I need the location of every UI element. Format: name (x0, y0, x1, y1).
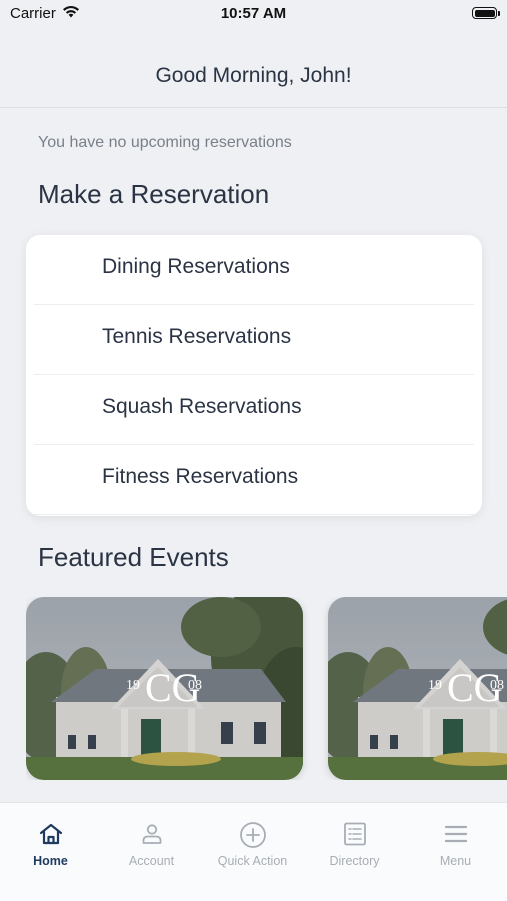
tab-label: Home (33, 854, 68, 868)
reservation-item-fitness[interactable]: Fitness Reservations (34, 445, 474, 515)
greeting-title: Good Morning, John! (155, 64, 352, 87)
tab-label: Directory (329, 854, 380, 868)
plus-circle-icon (202, 821, 303, 849)
tab-quick-action[interactable]: Quick Action (202, 803, 303, 873)
battery-icon (472, 7, 500, 19)
tab-home[interactable]: Home (0, 803, 101, 873)
reservation-item-label: Dining Reservations (102, 255, 290, 278)
tab-label: Quick Action (217, 854, 288, 868)
reservation-item-squash[interactable]: Squash Reservations (34, 375, 474, 445)
home-icon (0, 821, 101, 849)
tab-account[interactable]: Account (101, 803, 202, 873)
status-bar: Carrier 10:57 AM (0, 0, 507, 30)
reservation-item-dining[interactable]: Dining Reservations (34, 235, 474, 305)
logo-text: 19 (428, 678, 442, 693)
logo-monogram: CG (447, 665, 503, 710)
header: Good Morning, John! (0, 30, 507, 108)
account-icon (101, 821, 202, 849)
logo-monogram: CG (145, 665, 201, 710)
tab-label: Menu (439, 854, 472, 868)
directory-icon (304, 821, 405, 849)
tab-menu[interactable]: Menu (405, 803, 506, 873)
logo-text: 19 (126, 678, 140, 693)
event-card[interactable]: 19 08 CG (26, 597, 303, 780)
status-time: 10:57 AM (220, 5, 287, 22)
reservation-item-label: Squash Reservations (102, 395, 302, 418)
make-reservation-title: Make a Reservation (38, 179, 270, 209)
tab-bar: Home Account Quick Action Directory Menu (0, 802, 507, 901)
tab-label: Account (128, 854, 175, 868)
reservation-list: Dining Reservations Tennis Reservations … (26, 235, 482, 516)
featured-events-carousel[interactable]: 19 08 CG 19 08 CG (26, 597, 507, 780)
reservation-item-tennis[interactable]: Tennis Reservations (34, 305, 474, 375)
hamburger-menu-icon (405, 821, 506, 849)
reservation-item-label: Fitness Reservations (102, 465, 299, 488)
event-card[interactable]: 19 08 CG (328, 597, 507, 780)
event-image: 19 08 CG (26, 597, 303, 780)
tab-directory[interactable]: Directory (304, 803, 405, 873)
reservation-item-label: Tennis Reservations (102, 325, 292, 348)
event-image: 19 08 CG (328, 597, 507, 780)
featured-events-title: Featured Events (38, 542, 229, 572)
no-reservations-message: You have no upcoming reservations (38, 134, 292, 151)
